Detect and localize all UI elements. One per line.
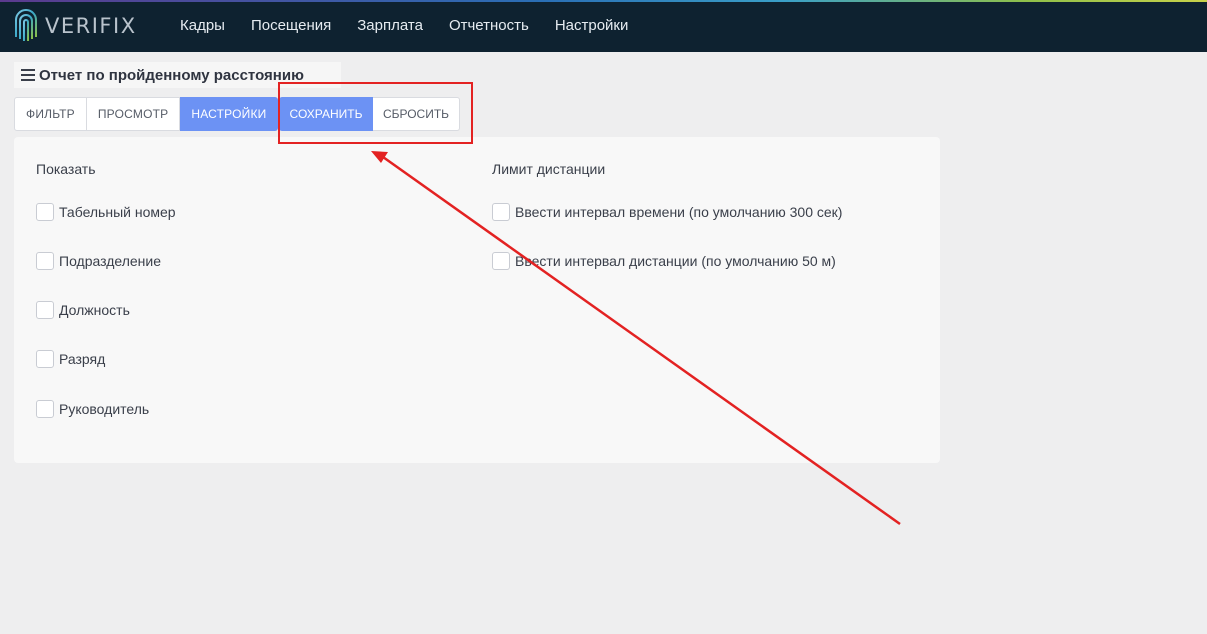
page-title: Отчет по пройденному расстоянию xyxy=(39,66,304,84)
option-personnel-number[interactable]: Табельный номер xyxy=(36,203,176,221)
tab-filter[interactable]: ФИЛЬТР xyxy=(14,97,87,131)
checkbox[interactable] xyxy=(492,203,510,221)
checkbox[interactable] xyxy=(36,203,54,221)
nav-item-settings[interactable]: Настройки xyxy=(542,0,642,52)
top-navbar: VERIFIX Кадры Посещения Зарплата Отчетно… xyxy=(0,0,1207,52)
main-menu: Кадры Посещения Зарплата Отчетность Наст… xyxy=(167,0,641,52)
view-tabs: ФИЛЬТР ПРОСМОТР НАСТРОЙКИ xyxy=(14,97,279,131)
annotation-highlight-box xyxy=(278,82,473,144)
checkbox[interactable] xyxy=(36,301,54,319)
option-label: Руководитель xyxy=(59,401,150,417)
nav-item-salary[interactable]: Зарплата xyxy=(344,0,436,52)
show-section-title: Показать xyxy=(36,161,96,177)
accent-strip xyxy=(0,0,1207,2)
option-label: Табельный номер xyxy=(59,204,176,220)
option-position[interactable]: Должность xyxy=(36,301,130,319)
tab-view[interactable]: ПРОСМОТР xyxy=(86,97,181,131)
option-department[interactable]: Подразделение xyxy=(36,252,161,270)
nav-item-attendance[interactable]: Посещения xyxy=(238,0,344,52)
fingerprint-icon xyxy=(15,9,37,41)
option-label: Должность xyxy=(59,302,130,318)
checkbox[interactable] xyxy=(36,252,54,270)
tab-settings[interactable]: НАСТРОЙКИ xyxy=(180,97,279,131)
option-label: Подразделение xyxy=(59,253,162,269)
app-logo[interactable]: VERIFIX xyxy=(13,0,163,52)
settings-panel: Показать Табельный номер Подразделение Д… xyxy=(14,137,940,463)
option-time-interval[interactable]: Ввести интервал времени (по умолчанию 30… xyxy=(492,203,842,221)
checkbox[interactable] xyxy=(36,400,54,418)
nav-item-reports[interactable]: Отчетность xyxy=(436,0,542,52)
logo-text: VERIFIX xyxy=(45,14,137,38)
option-label: Ввести интервал времени (по умолчанию 30… xyxy=(515,204,843,220)
option-distance-interval[interactable]: Ввести интервал дистанции (по умолчанию … xyxy=(492,252,836,270)
checkbox[interactable] xyxy=(492,252,510,270)
checkbox[interactable] xyxy=(36,350,54,368)
option-manager[interactable]: Руководитель xyxy=(36,400,149,418)
nav-item-staff[interactable]: Кадры xyxy=(167,0,238,52)
option-label: Разряд xyxy=(59,351,106,367)
option-label: Ввести интервал дистанции (по умолчанию … xyxy=(515,253,836,269)
option-grade[interactable]: Разряд xyxy=(36,350,105,368)
menu-icon[interactable] xyxy=(21,69,35,81)
limit-section-title: Лимит дистанции xyxy=(492,161,606,177)
